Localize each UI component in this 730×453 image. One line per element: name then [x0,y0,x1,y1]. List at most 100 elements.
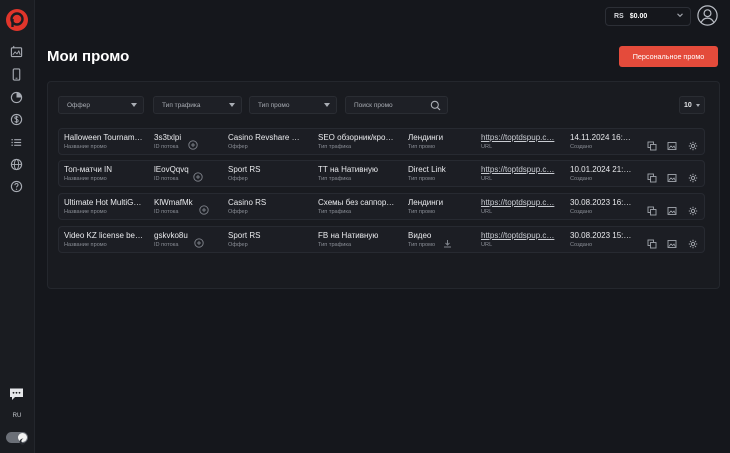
promo-url-link[interactable]: https://toptdspup.c… [481,198,561,208]
traffic-type-value: SEO обзорник/кро… [318,133,394,142]
balance-currency: RS [614,13,624,20]
add-stream-icon[interactable] [193,169,203,182]
page-title: Мои промо [47,48,130,65]
promo-type-cell: Лендинги Тип промо [408,133,470,151]
caret-down-icon [324,103,330,107]
language-switch[interactable]: RU [9,413,25,419]
offer-value: Sport RS [228,165,261,174]
image-icon[interactable] [667,236,677,248]
user-avatar-icon[interactable] [697,5,718,26]
created-label: Создано [570,242,593,248]
promo-type-label: Тип промо [408,242,436,248]
promo-type-value: Видео [408,231,432,240]
traffic-type-label: Тип трафика [318,144,352,150]
settings-gear-icon[interactable] [688,203,698,216]
theme-toggle[interactable] [6,432,28,445]
settings-gear-icon[interactable] [688,236,698,249]
promo-name: Video KZ license be… [64,231,144,240]
image-icon[interactable] [667,170,677,182]
list-icon[interactable] [9,135,24,150]
url-label: URL [481,144,493,150]
caret-down-icon [696,104,700,107]
traffic-type-cell: SEO обзорник/кро… Тип трафика [318,133,398,151]
promo-type-label: Тип промо [408,144,436,150]
stream-id: KlWmafMk [154,198,193,207]
offer-filter[interactable]: Оффер [58,96,144,114]
dollar-icon[interactable] [9,112,24,127]
personal-promo-button[interactable]: Персональное промо [619,46,718,67]
copy-icon[interactable] [647,203,657,216]
created-date: 30.08.2023 16:… [570,198,632,207]
copy-icon[interactable] [647,138,657,151]
created-cell: 30.08.2023 15:… Создано [570,231,632,249]
image-icon[interactable] [667,203,677,215]
promo-type-filter-label: Тип промо [258,101,290,109]
stream-id-cell: lEovQqvq ID потока [154,165,194,183]
promo-type-cell: Видео Тип промо [408,231,438,249]
promo-name-label: Название промо [64,176,107,182]
image-icon[interactable] [667,138,677,150]
search-icon[interactable] [430,100,441,111]
stream-id: lEovQqvq [154,165,189,174]
promo-url-link[interactable]: https://toptdspup.c… [481,165,561,175]
support-chat-icon[interactable] [9,387,24,401]
offer-filter-label: Оффер [67,101,90,109]
promo-name: Halloween Tournam… [64,133,143,142]
traffic-type-filter[interactable]: Тип трафика [153,96,242,114]
download-icon[interactable] [443,235,452,248]
settings-gear-icon[interactable] [688,138,698,151]
traffic-type-value: FB на Нативную [318,231,379,240]
traffic-type-cell: ТТ на Нативную Тип трафика [318,165,398,183]
url-cell: https://toptdspup.c… URL [481,133,561,151]
stream-id-cell: gskvko8u ID потока [154,231,194,249]
globe-icon[interactable] [9,157,24,172]
offer-value: Casino RS [228,198,267,207]
stream-id: gskvko8u [154,231,188,240]
promo-type-filter[interactable]: Тип промо [249,96,337,114]
copy-icon[interactable] [647,170,657,183]
promo-name-cell: Топ-матчи IN Название промо [64,165,146,183]
stream-id-label: ID потока [154,176,179,182]
traffic-type-label: Тип трафика [318,209,352,215]
settings-gear-icon[interactable] [688,170,698,183]
promo-search-input[interactable]: Поиск промо [345,96,448,114]
url-cell: https://toptdspup.c… URL [481,165,561,183]
traffic-type-label: Тип трафика [318,242,352,248]
add-stream-icon[interactable] [188,137,198,150]
url-label: URL [481,209,493,215]
balance-selector[interactable]: RS $0.00 [605,7,691,26]
copy-icon[interactable] [647,236,657,249]
created-date: 30.08.2023 15:… [570,231,632,240]
promo-name-cell: Ultimate Hot MultiG… Название промо [64,198,146,216]
sidebar: RU [0,0,35,453]
moon-icon [18,433,27,445]
promo-name: Топ-матчи IN [64,165,113,174]
mobile-icon[interactable] [9,67,24,82]
page-size-select[interactable]: 10 [679,96,705,114]
help-icon[interactable] [9,179,24,194]
promo-name: Ultimate Hot MultiG… [64,198,142,207]
promo-type-value: Лендинги [408,198,444,207]
created-cell: 30.08.2023 16:… Создано [570,198,632,216]
offer-value: Casino Revshare U… [228,133,304,142]
promo-url-link[interactable]: https://toptdspup.c… [481,231,561,241]
url-label: URL [481,242,493,248]
offer-label: Оффер [228,144,248,150]
offer-cell: Sport RS Оффер [228,165,304,183]
stream-id-cell: KlWmafMk ID потока [154,198,198,216]
promo-type-cell: Direct Link Тип промо [408,165,470,183]
offer-value: Sport RS [228,231,261,240]
logo[interactable] [6,9,28,31]
offer-cell: Casino RS Оффер [228,198,304,216]
chevron-down-icon [676,11,684,19]
promo-type-label: Тип промо [408,176,436,182]
promo-url-link[interactable]: https://toptdspup.c… [481,133,561,143]
add-stream-icon[interactable] [199,202,209,215]
offer-cell: Sport RS Оффер [228,231,304,249]
add-stream-icon[interactable] [194,235,204,248]
promo-icon[interactable] [9,44,24,59]
created-label: Создано [570,176,593,182]
pie-chart-icon[interactable] [9,90,24,105]
promo-search-placeholder: Поиск промо [354,101,393,109]
offer-label: Оффер [228,209,248,215]
